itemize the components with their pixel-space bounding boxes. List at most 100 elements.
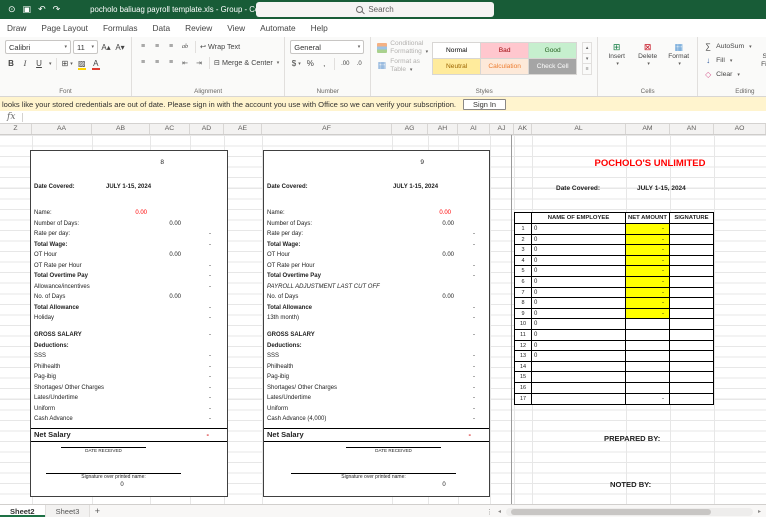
slip-row-value[interactable]: -	[209, 383, 211, 394]
cell-style-good[interactable]: Good	[529, 43, 577, 58]
format-cells-button[interactable]: ▦ Format ▾	[665, 40, 692, 67]
top-align-icon[interactable]: ≡	[137, 40, 149, 53]
slip-row-value[interactable]: -	[473, 313, 475, 324]
slip-row-label[interactable]: Name:	[34, 208, 52, 219]
underline-dropdown-icon[interactable]: ▾	[49, 61, 52, 67]
slip-row-value[interactable]: -	[209, 330, 211, 341]
italic-button[interactable]: I	[19, 57, 31, 70]
summary-signature-cell[interactable]	[670, 383, 713, 393]
slip-row-label[interactable]: Deductions:	[34, 341, 69, 352]
summary-net-cell[interactable]: -	[626, 266, 670, 276]
summary-name-cell[interactable]	[532, 393, 626, 405]
cell-style-calculation[interactable]: Calculation	[481, 59, 529, 74]
slip-row-value[interactable]: -	[473, 372, 475, 383]
slip-row-value[interactable]: -	[209, 372, 211, 383]
slip-row-value[interactable]: -	[209, 261, 211, 272]
borders-icon[interactable]: ⊞ ▾	[61, 57, 74, 70]
slip-row-label[interactable]: No. of Days	[34, 292, 65, 303]
fill-color-icon[interactable]: ▨	[76, 57, 88, 70]
menu-tab-page-layout[interactable]: Page Layout	[41, 23, 88, 33]
column-header-ak[interactable]: AK	[514, 124, 532, 134]
column-header-ai[interactable]: AI	[458, 124, 490, 134]
format-as-table-button[interactable]: ▦ Format as Table ▾	[376, 58, 428, 74]
shrink-font-icon[interactable]: A▾	[114, 41, 126, 54]
slip-row-label[interactable]: Cash Advance (4,000)	[267, 414, 326, 425]
slip-row-value[interactable]: -	[473, 414, 475, 425]
date-covered-label[interactable]: Date Covered:	[267, 182, 308, 193]
scrollbar-thumb[interactable]	[511, 508, 711, 515]
summary-name-cell[interactable]: 0	[532, 298, 626, 308]
menu-tab-data[interactable]: Data	[153, 23, 171, 33]
slip-row-value[interactable]: -	[209, 271, 211, 282]
cell-style-normal[interactable]: Normal	[433, 43, 481, 58]
summary-name-cell[interactable]: 0	[532, 351, 626, 361]
summary-name-cell[interactable]: 0	[532, 308, 626, 319]
accounting-format-icon[interactable]: $ ▾	[290, 57, 302, 70]
formula-input[interactable]	[27, 111, 766, 123]
slip-row-label[interactable]: Pag-ibig	[34, 372, 56, 383]
fill-button[interactable]: ↓ Fill ▾	[703, 54, 751, 67]
summary-header-net[interactable]: NET AMOUNT	[626, 213, 670, 223]
menu-tab-view[interactable]: View	[227, 23, 245, 33]
summary-name-cell[interactable]: 0	[532, 319, 626, 329]
slip-row-value[interactable]: -	[473, 330, 475, 341]
slip-row-label[interactable]: SSS	[34, 351, 46, 362]
slip-row-label[interactable]: GROSS SALARY	[267, 330, 315, 341]
summary-signature-cell[interactable]	[670, 256, 713, 266]
slip-row-label[interactable]: Pag-ibig	[267, 372, 289, 383]
column-header-z[interactable]: Z	[0, 124, 32, 134]
font-size-select[interactable]: 11 ▾	[73, 40, 98, 54]
style-gallery-scroll[interactable]: ▴ ▾ ≡	[582, 42, 593, 75]
clear-button[interactable]: ◇ Clear ▾	[703, 68, 751, 81]
slip-row-value[interactable]: -	[209, 362, 211, 373]
summary-name-cell[interactable]	[532, 372, 626, 382]
prepared-by-label[interactable]: PREPARED BY:	[604, 434, 660, 443]
scroll-left-icon[interactable]: ◂	[495, 508, 504, 515]
summary-name-cell[interactable]: 0	[532, 255, 626, 266]
align-left-icon[interactable]: ≡	[137, 56, 149, 69]
slip-number[interactable]: 9	[420, 159, 424, 166]
slip-row-value[interactable]: -	[209, 393, 211, 404]
summary-net-cell[interactable]: -	[626, 287, 670, 298]
footer-zero-cell[interactable]: 0	[424, 482, 464, 488]
slip-row-label[interactable]: OT Hour	[34, 250, 57, 261]
menu-tab-draw[interactable]: Draw	[7, 23, 26, 33]
column-header-am[interactable]: AM	[626, 124, 670, 134]
slip-row-value[interactable]: -	[209, 282, 211, 293]
grow-font-icon[interactable]: A▴	[100, 41, 112, 54]
slip-row-label[interactable]: Philhealth	[267, 362, 293, 373]
menu-tab-automate[interactable]: Automate	[260, 23, 296, 33]
slip-row-label[interactable]: GROSS SALARY	[34, 330, 82, 341]
summary-signature-cell[interactable]	[670, 277, 713, 287]
footer-zero-cell[interactable]: 0	[102, 482, 142, 488]
redo-icon[interactable]: ↷	[53, 4, 61, 15]
slip-row-label[interactable]: Deductions:	[267, 341, 302, 352]
summary-signature-cell[interactable]	[670, 235, 713, 245]
slip-row-value[interactable]: -	[473, 303, 475, 314]
column-header-ab[interactable]: AB	[92, 124, 150, 134]
slip-row-value[interactable]: -	[209, 414, 211, 425]
bold-button[interactable]: B	[5, 57, 17, 70]
align-center-icon[interactable]: ≡	[151, 56, 163, 69]
slip-row-value[interactable]: -	[473, 271, 475, 282]
slip-row-value[interactable]: -	[473, 240, 475, 251]
autosave-icon[interactable]: ⊙	[8, 4, 16, 15]
slip-row-value[interactable]: 0.00	[169, 250, 181, 261]
slip-row-label[interactable]: Number of Days:	[34, 219, 79, 230]
summary-signature-cell[interactable]	[670, 394, 713, 405]
slip-row-label[interactable]: Shortages/ Other Charges	[267, 383, 337, 394]
slip-row-value[interactable]: 0.00	[439, 208, 451, 219]
summary-name-cell[interactable]: 0	[532, 340, 626, 351]
slip-row-label[interactable]: Total Overtime Pay	[267, 271, 321, 282]
column-header-aj[interactable]: AJ	[490, 124, 514, 134]
slip-row-label[interactable]: Holiday	[34, 313, 54, 324]
slip-row-value[interactable]: -	[473, 383, 475, 394]
slip-row-label[interactable]: PAYROLL ADJUSTMENT LAST CUT OFF	[267, 282, 380, 293]
slip-row-label[interactable]: Uniform	[267, 404, 288, 415]
summary-net-cell[interactable]	[626, 340, 670, 351]
slip-row-label[interactable]: Number of Days:	[267, 219, 312, 230]
slip-row-value[interactable]: -	[473, 351, 475, 362]
slip-row-label[interactable]: OT Hour	[267, 250, 290, 261]
summary-signature-cell[interactable]	[670, 330, 713, 340]
underline-button[interactable]: U	[33, 57, 45, 70]
